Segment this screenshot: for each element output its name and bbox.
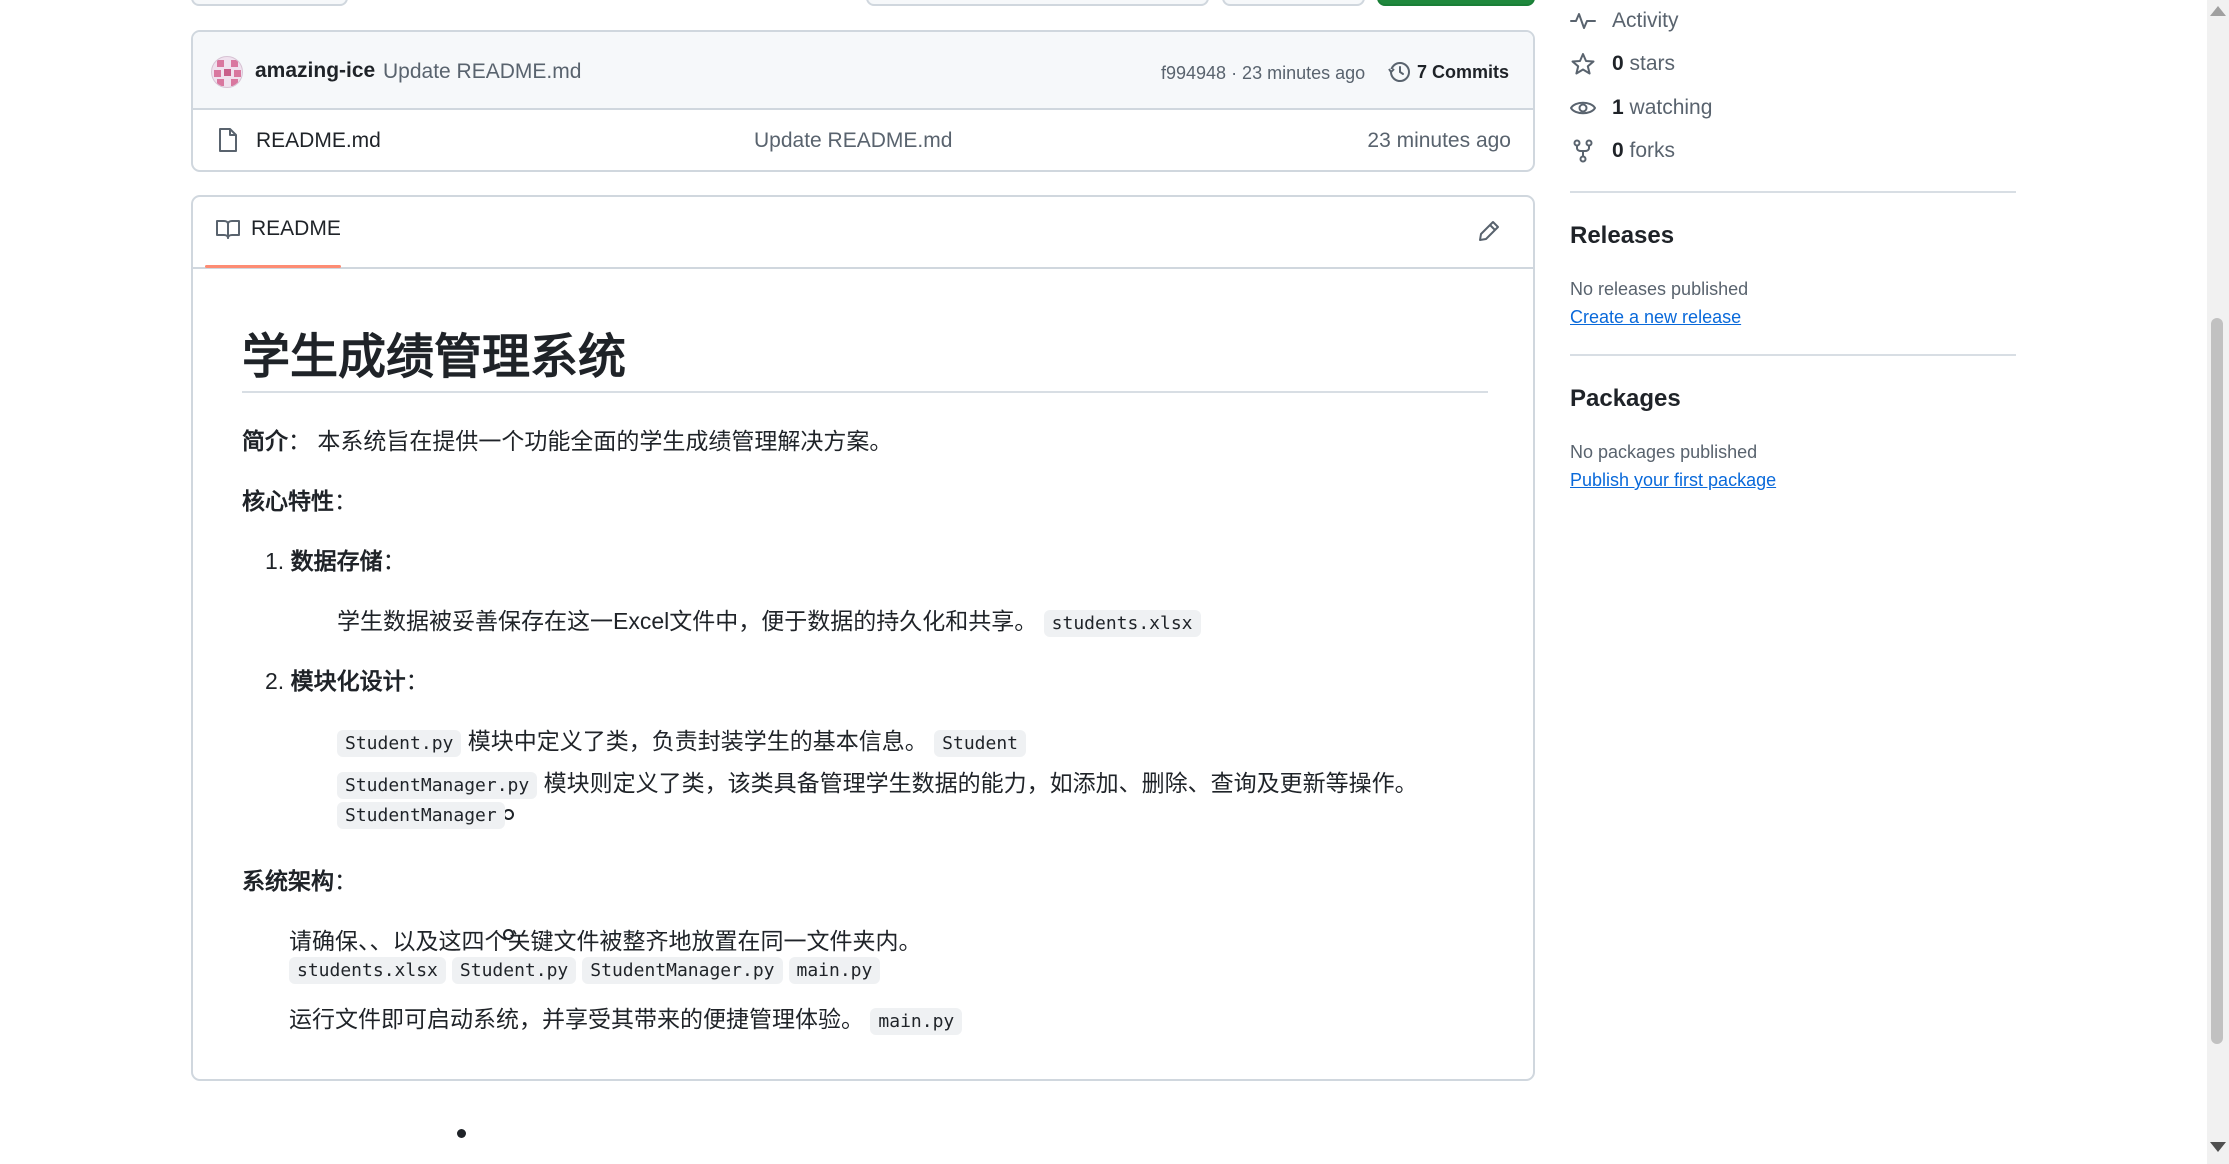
item-number: 2. — [265, 668, 285, 694]
item2-label: 模块化设计 — [290, 668, 406, 694]
sidebar-divider — [1570, 354, 2016, 356]
intro-colon: ： — [288, 428, 311, 454]
item2-sub1-text: 模块中定义了类，负责封装学生的基本信息。 — [467, 728, 928, 754]
arch-item-2: 运行文件即可启动系统，并享受其带来的便捷管理体验。 main.py — [289, 1000, 963, 1035]
file-icon — [219, 128, 237, 152]
publish-package-link[interactable]: Publish your first package — [1570, 470, 1776, 491]
file-commit-time: 23 minutes ago — [1367, 129, 1511, 152]
pulse-icon — [1570, 13, 1596, 29]
inline-code: Student — [934, 730, 1027, 757]
commits-count-label: 7 Commits — [1417, 61, 1510, 82]
code-button[interactable] — [1377, 0, 1535, 6]
releases-note: No releases published — [1570, 279, 1749, 299]
watching-count: 1 — [1612, 96, 1624, 119]
item-number: 1. — [265, 548, 285, 574]
item2-colon: ： — [405, 668, 429, 694]
item2-sub2-text: 模块则定义了类，该类具备管理学生数据的能力，如添加、删除、查询及更新等操作。 — [543, 770, 1418, 796]
watching-label: watching — [1629, 96, 1713, 119]
arch-item-1: 请确保、、以及这四个关键文件被整齐地放置在同一文件夹内。 — [289, 922, 922, 956]
features-label: 核心特性 — [242, 488, 334, 514]
readme-panel: README 学生成绩管理系统 简介： 本系统旨在提供一个功能全面的学生成绩管理… — [191, 195, 1535, 1138]
inline-code: main.py — [870, 1008, 963, 1035]
intro-text: 本系统旨在提供一个功能全面的学生成绩管理解决方案。 — [317, 428, 893, 454]
forks-count: 0 — [1612, 139, 1624, 162]
readme-tab-label: README — [251, 217, 341, 240]
item1-sub-text: 学生数据被妥善保存在这一Excel文件中，便于数据的持久化和共享。 — [337, 608, 1038, 634]
features-colon: ： — [334, 488, 357, 514]
features-heading: 核心特性： — [242, 482, 357, 516]
eye-icon — [1570, 101, 1596, 115]
avatar[interactable] — [211, 56, 243, 88]
go-to-file-input[interactable] — [866, 0, 1209, 6]
file-commit-message-link[interactable]: Update README.md — [754, 129, 952, 153]
inline-code: main.py — [788, 957, 881, 984]
arch-label: 系统架构 — [242, 868, 334, 894]
add-file-button[interactable] — [1222, 0, 1365, 6]
intro-label: 简介 — [242, 428, 288, 454]
forks-link[interactable]: 0 forks — [1570, 139, 1675, 163]
readme-title: 学生成绩管理系统 — [242, 331, 627, 384]
commit-hash-time[interactable]: f994948 · 23 minutes ago — [1161, 63, 1365, 84]
packages-heading[interactable]: Packages — [1570, 385, 1681, 413]
file-row[interactable]: README.md Update README.md 23 minutes ag… — [193, 110, 1533, 170]
file-name-link[interactable]: README.md — [256, 129, 381, 153]
tab-underline — [205, 265, 341, 268]
scroll-down-arrow[interactable] — [2210, 1142, 2226, 1152]
inline-code: StudentManager.py — [337, 772, 538, 799]
packages-note: No packages published — [1570, 442, 1758, 462]
scrollbar-thumb[interactable] — [2211, 318, 2223, 1044]
architecture-heading: 系统架构： — [242, 862, 357, 896]
inline-code: StudentManager.py — [582, 957, 783, 984]
stars-link[interactable]: 0 stars — [1570, 52, 1675, 76]
branch-selector-button[interactable] — [191, 0, 348, 6]
inline-code: Student.py — [451, 957, 577, 984]
book-icon — [216, 220, 240, 239]
feature-item-2: 2. 模块化设计： — [265, 662, 429, 696]
title-divider — [242, 391, 1488, 393]
item2-subitem-1: Student.py 模块中定义了类，负责封装学生的基本信息。 Student — [337, 722, 1027, 757]
intro-paragraph: 简介： 本系统旨在提供一个功能全面的学生成绩管理解决方案。 — [242, 422, 892, 456]
releases-heading[interactable]: Releases — [1570, 222, 1674, 250]
item1-label: 数据存储 — [290, 548, 383, 574]
item1-subitem: 学生数据被妥善保存在这一Excel文件中，便于数据的持久化和共享。 studen… — [337, 602, 1201, 637]
watching-link[interactable]: 1 watching — [1570, 96, 1712, 120]
bullet-disc — [457, 1129, 466, 1138]
scroll-up-arrow[interactable] — [2210, 6, 2226, 16]
readme-header: README — [193, 197, 1533, 269]
star-icon — [1571, 53, 1595, 75]
stars-label: stars — [1629, 52, 1676, 75]
arch-item1-text: 请确保、、以及这四个关键文件被整齐地放置在同一文件夹内。 — [289, 928, 922, 954]
create-release-link[interactable]: Create a new release — [1570, 307, 1741, 328]
readme-tab[interactable]: README — [215, 217, 341, 241]
forks-label: forks — [1629, 139, 1676, 162]
commit-message-link[interactable]: Update README.md — [383, 60, 581, 84]
item2-subitem-2-cont: StudentManager — [337, 800, 505, 829]
commits-link[interactable]: 7 Commits — [1387, 60, 1509, 84]
arch-item-1-codes: students.xlsx Student.py StudentManager.… — [289, 957, 881, 984]
arch-item2-text: 运行文件即可启动系统，并享受其带来的便捷管理体验。 — [289, 1006, 864, 1032]
inline-code: StudentManager — [337, 802, 505, 829]
history-icon — [1388, 62, 1410, 82]
sidebar-divider — [1570, 191, 2016, 193]
feature-item-1: 1. 数据存储： — [265, 542, 406, 576]
inline-code: students.xlsx — [1043, 610, 1201, 637]
commit-author-link[interactable]: amazing-ice — [255, 59, 375, 83]
latest-commit-bar: amazing-ice Update README.md f994948 · 2… — [193, 32, 1533, 110]
fork-icon — [1573, 139, 1593, 163]
file-browser: amazing-ice Update README.md f994948 · 2… — [191, 30, 1535, 172]
activity-link[interactable]: Activity — [1570, 9, 1679, 33]
item2-subitem-2: StudentManager.py 模块则定义了类，该类具备管理学生数据的能力，… — [337, 764, 1418, 799]
inline-code: Student.py — [337, 730, 462, 757]
inline-code: students.xlsx — [289, 957, 446, 984]
item1-colon: ： — [382, 548, 406, 574]
pencil-icon[interactable] — [1477, 219, 1501, 243]
activity-label: Activity — [1612, 9, 1679, 32]
arch-colon: ： — [334, 868, 357, 894]
stars-count: 0 — [1612, 52, 1624, 75]
